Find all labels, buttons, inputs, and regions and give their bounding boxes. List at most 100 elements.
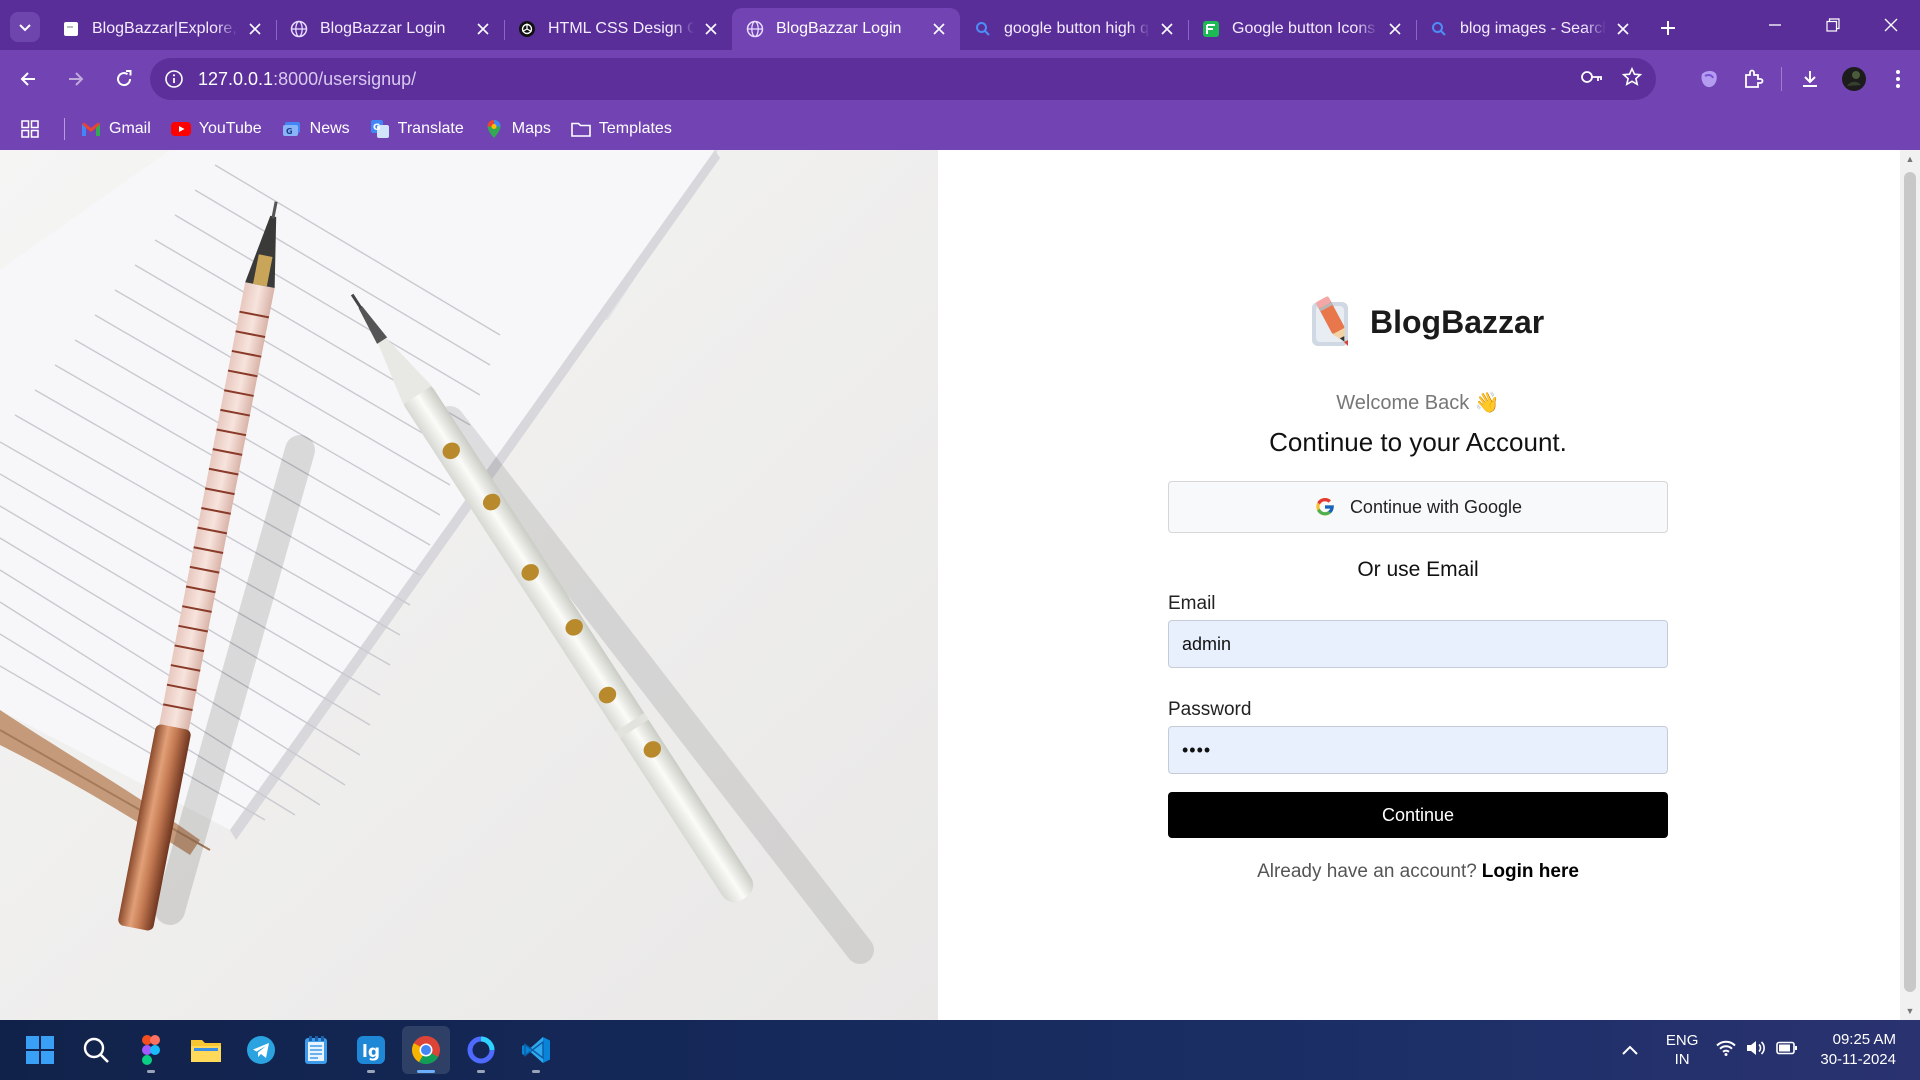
ai-companion-icon[interactable] [1687,57,1731,101]
continue-button[interactable]: Continue [1168,792,1668,838]
running-indicator [477,1070,485,1073]
google-icon [1316,498,1334,516]
close-icon[interactable] [1614,20,1632,38]
close-icon[interactable] [246,20,264,38]
extensions-icon[interactable] [1731,57,1775,101]
tab-html-css-design[interactable]: HTML CSS Design Code [504,8,732,50]
close-icon[interactable] [1158,20,1176,38]
login-here-link[interactable]: Login here [1482,861,1579,882]
welcome-text: Welcome Back 👋 [1336,392,1500,414]
taskbar-notepad[interactable] [292,1026,340,1074]
scroll-down-icon[interactable]: ▼ [1905,1006,1915,1016]
gmail-icon [81,119,101,139]
taskbar-code-app[interactable]: lg [347,1026,395,1074]
page-heading: Continue to your Account. [1269,427,1567,457]
password-key-icon[interactable] [1580,68,1604,91]
hero-image [0,150,938,1020]
svg-text:G: G [286,127,293,136]
taskbar-figma[interactable] [127,1026,175,1074]
battery-icon[interactable] [1776,1041,1798,1059]
download-icon[interactable] [1788,57,1832,101]
svg-text:G: G [373,123,380,133]
scrollbar-thumb[interactable] [1904,172,1916,992]
minimize-icon [1769,24,1781,26]
url-host: 127.0.0.1 [198,68,274,89]
bookmarks-bar: Gmail YouTube G News G Translate Maps Te… [0,108,1920,150]
clock[interactable]: 09:25 AM 30-11-2024 [1820,1030,1896,1070]
tab-google-button-high[interactable]: google button high quality [960,8,1188,50]
system-tray: ENG IN 09:25 AM 30-11-2024 [1622,1020,1920,1080]
close-icon[interactable] [930,20,948,38]
password-label: Password [1168,699,1252,720]
close-icon[interactable] [474,20,492,38]
restore-button[interactable] [1804,0,1862,50]
page-scrollbar[interactable]: ▲ ▼ [1900,150,1920,1020]
close-icon[interactable] [702,20,720,38]
vscode-icon [522,1037,550,1063]
page-icon [62,20,80,38]
tab-blogbazzar-login-1[interactable]: BlogBazzar Login [276,8,504,50]
bookmark-maps[interactable]: Maps [484,119,551,139]
password-field[interactable]: •••• [1168,726,1668,774]
language-indicator[interactable]: ENG IN [1666,1031,1699,1069]
close-window-button[interactable] [1862,0,1920,50]
menu-kebab-icon[interactable] [1876,57,1920,101]
file-explorer-icon [191,1040,221,1062]
maps-icon [484,119,504,139]
email-label: Email [1168,593,1216,614]
tab-blogbazzar-login-active[interactable]: BlogBazzar Login [732,8,960,50]
address-bar[interactable]: 127.0.0.1:8000/usersignup/ [150,58,1656,100]
tab-blog-images-search[interactable]: blog images - Search [1416,8,1644,50]
youtube-icon [170,119,191,139]
taskbar-chrome[interactable] [402,1026,450,1074]
google-button-label: Continue with Google [1349,496,1523,517]
minimize-button[interactable] [1746,0,1804,50]
bookmark-label: News [309,120,350,137]
email-field[interactable]: admin [1168,620,1668,668]
windows-taskbar: lg ENG IN 09:25 AM 30-11-2024 [0,1020,1920,1080]
profile-avatar[interactable] [1832,57,1876,101]
bookmark-label: Maps [511,120,551,137]
show-hidden-icons-chevron-up-icon[interactable] [1622,1042,1638,1059]
tab-google-button-icons[interactable]: Google button Icons [1188,8,1416,50]
bookmark-templates[interactable]: Templates [571,119,672,139]
volume-icon[interactable] [1746,1040,1766,1060]
bookmark-label: Gmail [109,120,151,137]
taskbar-telegram[interactable] [237,1026,285,1074]
bookmark-star-icon[interactable] [1621,66,1643,92]
tab-blogbazzar-explore[interactable]: BlogBazzar|Explore, Discover [48,8,276,50]
start-button[interactable] [16,1026,64,1074]
already-text: Already have an account? [1257,861,1477,882]
back-button[interactable] [8,59,48,99]
tab-title: HTML CSS Design Code [548,20,694,37]
site-info-icon [165,70,183,88]
running-indicator [147,1070,155,1073]
tab-title: google button high quality [1004,20,1150,37]
scroll-up-icon[interactable]: ▲ [1905,154,1915,164]
bookmark-translate[interactable]: G Translate [370,119,464,139]
forward-button[interactable] [56,59,96,99]
notepad-icon [305,1036,327,1064]
reload-button[interactable] [104,59,144,99]
apps-button[interactable] [20,119,48,139]
taskbar-search[interactable] [72,1026,120,1074]
bookmark-news[interactable]: G News [282,119,350,139]
tab-title: BlogBazzar Login [320,20,446,37]
globe-icon [290,20,308,38]
tab-search-button[interactable] [10,12,40,42]
bookmark-label: Translate [397,120,464,137]
close-icon[interactable] [1386,20,1404,38]
apps-grid-icon [20,119,40,139]
bookmark-gmail[interactable]: Gmail [81,119,151,139]
taskbar-vscode[interactable] [512,1026,560,1074]
new-tab-button[interactable] [1650,10,1686,46]
wifi-icon[interactable] [1716,1040,1737,1060]
flaticon-icon [1202,20,1220,38]
tab-title: Google button Icons [1232,20,1376,37]
taskbar-file-explorer[interactable] [182,1026,230,1074]
continue-with-google-button[interactable]: Continue with Google [1168,481,1668,533]
clock-time: 09:25 AM [1832,1031,1896,1048]
bookmark-youtube[interactable]: YouTube [170,119,262,139]
tab-strip: BlogBazzar|Explore, Discover BlogBazzar … [0,0,1920,50]
taskbar-browser-app[interactable] [457,1026,505,1074]
